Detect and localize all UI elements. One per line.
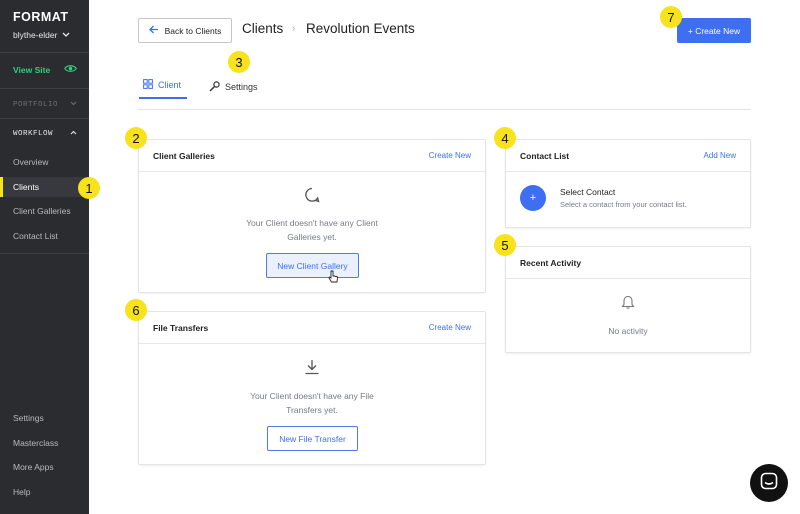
annotation-badge-6: 6 bbox=[125, 299, 147, 321]
chat-bubble-icon bbox=[304, 187, 320, 208]
select-contact-title: Select Contact bbox=[560, 187, 616, 197]
sidebar-item-label: Contact List bbox=[13, 231, 58, 241]
select-contact-subtitle: Select a contact from your contact list. bbox=[560, 200, 687, 209]
sidebar-item-client-galleries[interactable]: Client Galleries bbox=[0, 201, 89, 221]
chevron-up-icon bbox=[70, 130, 77, 138]
sidebar-item-label: Client Galleries bbox=[13, 206, 71, 216]
create-transfer-link[interactable]: Create New bbox=[429, 323, 471, 332]
chevron-down-icon bbox=[70, 101, 77, 109]
account-switcher[interactable]: blythe-elder bbox=[13, 30, 70, 40]
grid-icon bbox=[143, 78, 153, 91]
sidebar-item-more-apps[interactable]: More Apps bbox=[0, 457, 89, 477]
breadcrumb-separator-icon: › bbox=[292, 23, 296, 34]
back-to-clients-button[interactable]: Back to Clients bbox=[138, 18, 232, 43]
card-header: File Transfers Create New bbox=[139, 312, 485, 344]
recent-activity-card: Recent Activity No activity bbox=[505, 246, 751, 353]
sidebar-item-label: More Apps bbox=[13, 462, 54, 472]
annotation-badge-7: 7 bbox=[660, 6, 682, 28]
sidebar-item-label: Masterclass bbox=[13, 438, 59, 448]
select-contact-text: Select Contact Select a contact from you… bbox=[560, 187, 687, 209]
card-title: Recent Activity bbox=[520, 257, 582, 268]
tabs-divider bbox=[138, 109, 751, 110]
eye-icon bbox=[64, 64, 77, 75]
chevron-down-icon bbox=[62, 31, 70, 40]
sidebar-divider bbox=[0, 88, 89, 89]
tab-settings[interactable]: Settings bbox=[209, 78, 258, 96]
sidebar-item-label: Help bbox=[13, 487, 31, 497]
view-site-link[interactable]: View Site bbox=[13, 64, 77, 75]
annotation-badge-3: 3 bbox=[228, 51, 250, 73]
empty-state-line: Your Client doesn't have any Client bbox=[246, 218, 378, 228]
sidebar: FORMAT blythe-elder View Site PORTFOLIO … bbox=[0, 0, 89, 514]
annotation-badge-4: 4 bbox=[494, 127, 516, 149]
tab-label: Settings bbox=[225, 82, 258, 92]
workflow-section-label: WORKFLOW bbox=[13, 130, 54, 138]
workflow-section-toggle[interactable]: WORKFLOW bbox=[13, 130, 77, 138]
annotation-badge-5: 5 bbox=[494, 234, 516, 256]
sidebar-item-label: Settings bbox=[13, 413, 44, 423]
empty-state-line: Your Client doesn't have any File bbox=[250, 391, 374, 401]
new-client-gallery-button[interactable]: New Client Gallery bbox=[266, 253, 359, 278]
add-contact-plus-icon: + bbox=[520, 185, 546, 211]
file-transfers-card: File Transfers Create New Your Client do… bbox=[138, 311, 486, 465]
card-header: Recent Activity bbox=[506, 247, 750, 279]
sidebar-item-masterclass[interactable]: Masterclass bbox=[0, 433, 89, 453]
sidebar-item-help[interactable]: Help bbox=[0, 482, 89, 502]
empty-state-line: Galleries yet. bbox=[287, 232, 337, 242]
empty-state-line: Transfers yet. bbox=[286, 405, 338, 415]
back-button-label: Back to Clients bbox=[164, 25, 222, 36]
add-contact-link[interactable]: Add New bbox=[704, 151, 736, 160]
view-site-label: View Site bbox=[13, 64, 51, 75]
chat-launcher-button[interactable] bbox=[750, 464, 788, 502]
card-header: Contact List Add New bbox=[506, 140, 750, 172]
new-file-transfer-button[interactable]: New File Transfer bbox=[267, 426, 358, 451]
chat-icon bbox=[760, 472, 778, 495]
breadcrumb-clients[interactable]: Clients bbox=[242, 21, 283, 36]
client-galleries-card: Client Galleries Create New Your Client … bbox=[138, 139, 486, 293]
brand-logo[interactable]: FORMAT bbox=[13, 10, 69, 24]
arrow-left-icon bbox=[148, 25, 159, 37]
portfolio-section-label: PORTFOLIO bbox=[13, 101, 59, 109]
card-title: File Transfers bbox=[153, 322, 209, 333]
pointer-cursor-icon bbox=[328, 270, 339, 288]
card-header: Client Galleries Create New bbox=[139, 140, 485, 172]
sidebar-item-label: Clients bbox=[13, 182, 39, 192]
download-icon bbox=[304, 359, 320, 380]
sidebar-divider bbox=[0, 52, 89, 53]
account-name: blythe-elder bbox=[13, 30, 58, 40]
sidebar-item-label: Overview bbox=[13, 157, 49, 167]
create-gallery-link[interactable]: Create New bbox=[429, 151, 471, 160]
tab-client[interactable]: Client bbox=[139, 78, 188, 99]
bell-icon bbox=[621, 295, 635, 315]
sidebar-item-contact-list[interactable]: Contact List bbox=[0, 226, 89, 246]
no-activity-text: No activity bbox=[608, 326, 648, 336]
sidebar-divider bbox=[0, 253, 89, 254]
select-contact-row[interactable]: + Select Contact Select a contact from y… bbox=[520, 185, 687, 211]
breadcrumb-current: Revolution Events bbox=[306, 21, 415, 36]
sidebar-item-clients[interactable]: Clients bbox=[0, 177, 89, 197]
annotation-badge-1: 1 bbox=[78, 177, 100, 199]
tab-label: Client bbox=[158, 79, 182, 90]
wrench-icon bbox=[209, 80, 220, 94]
card-title: Client Galleries bbox=[153, 150, 215, 161]
portfolio-section-toggle[interactable]: PORTFOLIO bbox=[13, 101, 77, 109]
sidebar-item-settings[interactable]: Settings bbox=[0, 408, 89, 428]
card-title: Contact List bbox=[520, 150, 570, 161]
annotation-badge-2: 2 bbox=[125, 127, 147, 149]
sidebar-divider bbox=[0, 118, 89, 119]
sidebar-item-overview[interactable]: Overview bbox=[0, 152, 89, 172]
create-new-button[interactable]: + Create New bbox=[677, 18, 751, 43]
contact-list-card: Contact List Add New + Select Contact Se… bbox=[505, 139, 751, 228]
